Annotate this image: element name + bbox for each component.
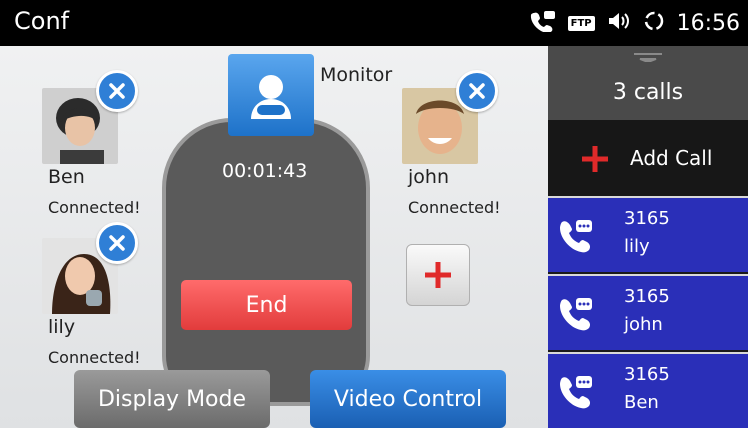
call-timer: 00:01:43 <box>222 160 308 182</box>
remove-participant-button[interactable] <box>96 70 138 112</box>
participant-name: Ben <box>48 166 85 188</box>
drag-handle-icon <box>634 53 662 62</box>
call-name: lily <box>624 236 650 257</box>
status-bar: Conf FTP 16:56 <box>0 0 748 46</box>
status-icons: FTP 16:56 <box>530 0 740 46</box>
conference-call-icon <box>560 376 592 409</box>
calls-count: 3 calls <box>612 80 684 105</box>
screen-title: Conf <box>14 7 70 35</box>
monitor-avatar-button[interactable] <box>228 54 314 136</box>
call-list-item[interactable]: 3165 john <box>548 274 748 350</box>
user-silhouette-icon <box>251 75 291 119</box>
call-list-item[interactable]: 3165 lily <box>548 196 748 272</box>
remove-participant-button[interactable] <box>456 70 498 112</box>
participant-status: Connected! <box>48 348 141 367</box>
video-control-button[interactable]: Video Control <box>310 370 506 428</box>
call-name: john <box>624 314 663 335</box>
volume-icon <box>607 11 631 35</box>
participant-status: Connected! <box>408 198 501 217</box>
remove-participant-button[interactable] <box>96 222 138 264</box>
display-mode-button[interactable]: Display Mode <box>74 370 270 428</box>
conference-call-icon <box>560 298 592 331</box>
plus-icon <box>425 262 451 288</box>
close-icon <box>109 235 125 251</box>
monitor-label: Monitor <box>320 64 393 86</box>
ftp-badge: FTP <box>567 15 595 31</box>
close-icon <box>109 83 125 99</box>
conference-call-icon <box>530 10 556 36</box>
participant-name: john <box>408 166 449 188</box>
calls-side-panel: 3 calls Add Call 3165 lily 3165 john 316… <box>548 46 748 428</box>
close-icon <box>469 83 485 99</box>
end-call-button[interactable]: End <box>181 280 352 330</box>
conference-area: Monitor 00:01:43 End Ben Connected! john… <box>0 46 548 428</box>
sync-icon <box>643 10 665 36</box>
call-name: Ben <box>624 392 659 413</box>
add-participant-button[interactable] <box>406 244 470 306</box>
plus-icon <box>582 146 608 172</box>
add-call-button[interactable]: Add Call <box>548 120 748 196</box>
call-list-item[interactable]: 3165 Ben <box>548 352 748 428</box>
participant-name: lily <box>48 316 76 338</box>
call-number: 3165 <box>624 286 670 307</box>
conference-call-icon <box>560 220 592 253</box>
participant-status: Connected! <box>48 198 141 217</box>
conference-screen: Conf FTP 16:56 Monitor 00:01:43 End Ben … <box>0 0 748 428</box>
calls-header[interactable]: 3 calls <box>548 46 748 120</box>
clock-time: 16:56 <box>676 10 740 36</box>
call-number: 3165 <box>624 208 670 229</box>
call-number: 3165 <box>624 364 670 385</box>
add-call-label: Add Call <box>630 146 713 170</box>
